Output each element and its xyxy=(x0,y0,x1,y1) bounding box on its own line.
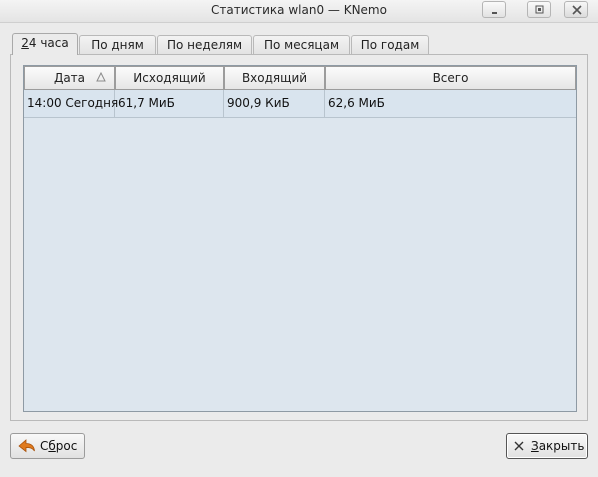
undo-arrow-icon xyxy=(18,439,35,453)
tab-24-hours-mnemonic: 2 xyxy=(21,36,29,50)
tab-by-years[interactable]: По годам xyxy=(351,35,429,54)
table-header: Дата Исходящий Входящий Всего xyxy=(24,66,576,90)
statistics-table[interactable]: Дата Исходящий Входящий Всего 14:00 Сего… xyxy=(23,65,577,412)
tab-panel: Дата Исходящий Входящий Всего 14:00 Сего… xyxy=(10,54,588,421)
cell-outgoing: 61,7 МиБ xyxy=(115,90,224,117)
title-bar[interactable]: Статистика wlan0 — KNemo xyxy=(0,0,598,23)
reset-button[interactable]: Сброс xyxy=(10,433,85,459)
window-close-button[interactable] xyxy=(564,1,588,18)
tab-by-weeks[interactable]: По неделям xyxy=(157,35,252,54)
table-row[interactable]: 14:00 Сегодня 61,7 МиБ 900,9 КиБ 62,6 Ми… xyxy=(24,90,576,118)
tab-by-years-label: По годам xyxy=(360,38,420,52)
reset-label-mnemonic: б xyxy=(48,439,56,453)
cell-total: 62,6 МиБ xyxy=(328,96,385,110)
sort-ascending-icon xyxy=(96,72,106,82)
close-x-icon xyxy=(514,441,524,451)
tab-by-days-label: По дням xyxy=(91,38,144,52)
column-header-outgoing-label: Исходящий xyxy=(133,71,206,85)
reset-label-end: рос xyxy=(55,439,78,453)
tab-by-weeks-label: По неделям xyxy=(166,38,243,52)
reset-button-label: Сброс xyxy=(40,434,77,458)
column-header-date[interactable]: Дата xyxy=(24,66,115,90)
close-label-end: акрыть xyxy=(538,439,585,453)
close-button-label: Закрыть xyxy=(531,434,584,458)
maximize-icon xyxy=(535,5,544,14)
tab-by-months-label: По месяцам xyxy=(263,38,339,52)
tab-by-days[interactable]: По дням xyxy=(79,35,156,54)
cell-incoming: 900,9 КиБ xyxy=(224,90,325,117)
column-header-incoming[interactable]: Входящий xyxy=(224,66,325,90)
close-icon xyxy=(572,5,582,15)
tab-24-hours[interactable]: 24 часа xyxy=(12,33,78,55)
maximize-button[interactable] xyxy=(527,1,551,18)
minimize-icon xyxy=(492,12,497,14)
window-title: Статистика wlan0 — KNemo xyxy=(211,3,387,17)
cell-date: 14:00 Сегодня xyxy=(24,90,118,117)
close-dialog-button[interactable]: Закрыть xyxy=(506,433,588,459)
column-header-outgoing[interactable]: Исходящий xyxy=(115,66,224,90)
column-header-date-label: Дата xyxy=(53,71,86,85)
column-header-incoming-label: Входящий xyxy=(241,71,308,85)
tab-24-hours-label: 4 часа xyxy=(28,36,69,50)
minimize-button[interactable] xyxy=(482,1,506,18)
close-label-mnemonic: З xyxy=(531,439,539,453)
column-header-total[interactable]: Всего xyxy=(325,66,576,90)
tab-by-months[interactable]: По месяцам xyxy=(253,35,350,54)
column-header-total-label: Всего xyxy=(432,71,469,85)
